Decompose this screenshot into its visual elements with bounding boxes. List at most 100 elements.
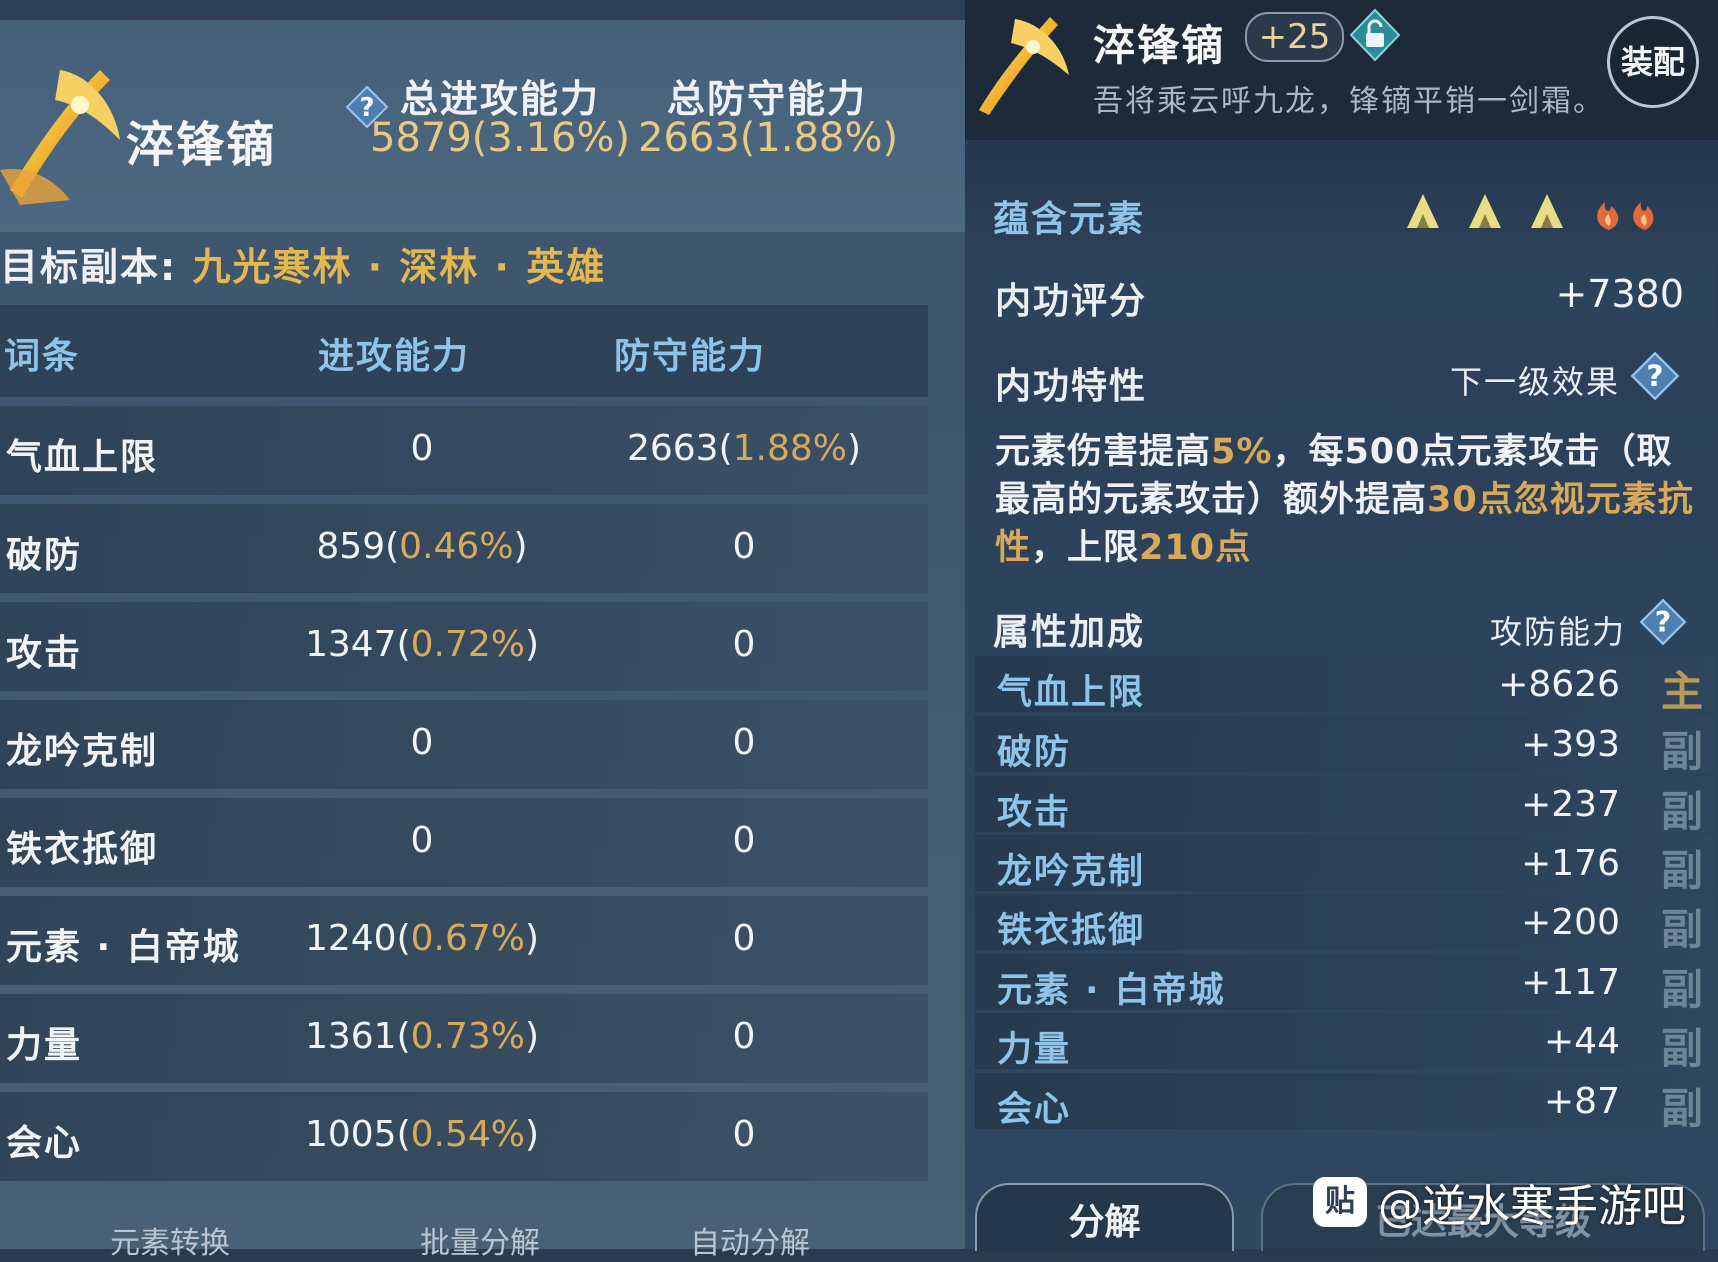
attack-value: 1005 [304, 1114, 397, 1155]
target-label: 目标副本: [0, 245, 178, 289]
internal-score-value: +7380 [1555, 272, 1684, 316]
earth-triangle-icon [1407, 194, 1439, 228]
tieba-logo-icon: 贴 [1313, 1177, 1367, 1227]
row-name: 力量 [6, 1025, 83, 1066]
defense-value: 0 [732, 820, 756, 861]
total-attack-value: 5879(3.16%) [370, 115, 631, 161]
help-icon[interactable]: ? [1630, 351, 1680, 401]
item-header: 淬锋镝 +25 吾将乘云呼九龙，锋镝平销一剑霜。 装配 [965, 0, 1718, 140]
unlock-icon[interactable] [1349, 8, 1401, 62]
attribute-row: 攻击 +237 副 [975, 776, 1715, 836]
attribute-name: 铁衣抵御 [997, 911, 1146, 951]
attribute-row: 会心 +87 副 [975, 1073, 1715, 1133]
row-attack: 1347(0.72%) [304, 624, 540, 665]
attribute-name: 气血上限 [997, 673, 1146, 713]
attack-defense-label: 攻防能力 [1490, 613, 1627, 651]
weapon-title: 淬锋镝 [126, 117, 277, 173]
row-defense: 0 [584, 624, 904, 665]
attribute-comparison-table: 词条 进攻能力 防守能力 气血上限 0 2663(1.88%) 破防 859(0… [0, 305, 928, 1181]
attack-value: 859 [316, 526, 386, 567]
sub-attribute-tag: 副 [1660, 727, 1703, 776]
attribute-name: 元素 · 白帝城 [997, 971, 1226, 1011]
watermark-text: @逆水寒手游吧 [1378, 1181, 1686, 1232]
row-attack: 1240(0.67%) [304, 918, 540, 959]
attack-pct: 0.73% [410, 1016, 525, 1057]
attribute-row: 龙吟克制 +176 副 [975, 835, 1715, 895]
decompose-button[interactable]: 分解 [975, 1183, 1234, 1251]
table-row: 气血上限 0 2663(1.88%) [0, 406, 928, 495]
row-attack: 1005(0.54%) [304, 1114, 540, 1155]
row-name: 气血上限 [6, 437, 159, 478]
row-defense: 0 [584, 918, 904, 959]
attack-value: 1240 [304, 918, 397, 959]
attributes-label: 属性加成 [993, 612, 1146, 653]
attribute-row: 气血上限 +8626 主 [975, 656, 1715, 716]
header-attack: 进攻能力 [318, 336, 471, 377]
batch-decompose-button[interactable]: 批量分解 [420, 1218, 540, 1262]
total-defense-value: 2663(1.88%) [638, 115, 899, 161]
attack-value: 0 [410, 820, 434, 861]
row-attack: 0 [262, 820, 582, 861]
attack-pct: 0.72% [410, 624, 525, 665]
row-attack: 859(0.46%) [316, 526, 528, 567]
table-row: 破防 859(0.46%) 0 [0, 504, 928, 593]
equip-button[interactable]: 装配 [1607, 16, 1699, 108]
item-description: 吾将乘云呼九龙，锋镝平销一剑霜。 [1093, 84, 1605, 119]
table-row: 攻击 1347(0.72%) 0 [0, 602, 928, 691]
table-row: 会心 1005(0.54%) 0 [0, 1092, 928, 1181]
header-defense: 防守能力 [614, 336, 767, 377]
trait-text: ，上限 [1031, 528, 1140, 568]
row-defense: 0 [584, 722, 904, 763]
item-name: 淬锋镝 [1093, 21, 1226, 70]
svg-text:?: ? [1655, 606, 1671, 639]
row-name: 攻击 [6, 633, 83, 674]
attribute-value: +87 [1544, 1081, 1620, 1122]
fire-flame-icon [1633, 202, 1654, 230]
row-name: 龙吟克制 [6, 731, 159, 772]
item-detail-panel: 淬锋镝 +25 吾将乘云呼九龙，锋镝平销一剑霜。 装配 蕴含元素 内功评分 +7… [965, 0, 1718, 1251]
earth-triangle-icon [1531, 194, 1563, 228]
trait-highlight: 210点 [1139, 528, 1252, 568]
target-value: 九光寒林 · 深林 · 英雄 [192, 245, 607, 289]
row-name: 会心 [6, 1123, 83, 1164]
elements-label: 蕴含元素 [993, 199, 1146, 240]
attack-value: 1361 [304, 1016, 397, 1057]
auto-decompose-button[interactable]: 自动分解 [690, 1218, 810, 1262]
table-row: 龙吟克制 0 0 [0, 700, 928, 789]
enhance-level-badge: +25 [1245, 12, 1344, 62]
attribute-value: +393 [1521, 724, 1620, 765]
table-row: 力量 1361(0.73%) 0 [0, 994, 928, 1083]
weapon-icon [0, 70, 120, 205]
svg-text:?: ? [1646, 359, 1663, 393]
fire-flame-icon [1597, 202, 1619, 230]
next-level-effect-label[interactable]: 下一级效果 [1450, 357, 1620, 403]
attack-pct: 0.67% [410, 918, 525, 959]
defense-value: 2663 [626, 428, 719, 469]
attribute-row: 力量 +44 副 [975, 1013, 1715, 1073]
help-icon[interactable]: ? [1639, 598, 1687, 646]
trait-description: 元素伤害提高5%，每500点元素攻击（取最高的元素攻击）额外提高30点忽视元素抗… [995, 428, 1695, 572]
row-name: 破防 [6, 535, 83, 576]
attribute-row: 元素 · 白帝城 +117 副 [975, 954, 1715, 1014]
attribute-name: 力量 [997, 1030, 1072, 1070]
row-name: 元素 · 白帝城 [6, 927, 241, 968]
row-name: 铁衣抵御 [6, 829, 159, 870]
sub-attribute-tag: 副 [1660, 1084, 1703, 1133]
element-convert-button[interactable]: 元素转换 [110, 1218, 230, 1262]
trait-label: 内功特性 [995, 366, 1148, 407]
attribute-value: +176 [1521, 843, 1620, 884]
attribute-row: 铁衣抵御 +200 副 [975, 894, 1715, 954]
table-row: 元素 · 白帝城 1240(0.67%) 0 [0, 896, 928, 985]
trait-text: 元素伤害提高 [995, 432, 1212, 472]
sub-attribute-tag: 副 [1660, 965, 1703, 1014]
defense-pct: 1.88% [732, 428, 847, 469]
row-attack: 0 [262, 722, 582, 763]
attribute-value: +8626 [1498, 664, 1620, 705]
attack-value: 1347 [304, 624, 397, 665]
internal-score-label: 内功评分 [995, 281, 1148, 322]
attack-pct: 0.46% [399, 526, 514, 567]
table-header: 词条 进攻能力 防守能力 [0, 305, 928, 397]
sub-attribute-tag: 副 [1660, 787, 1703, 836]
attribute-value: +200 [1521, 902, 1620, 943]
trait-highlight: 5% [1211, 432, 1273, 472]
